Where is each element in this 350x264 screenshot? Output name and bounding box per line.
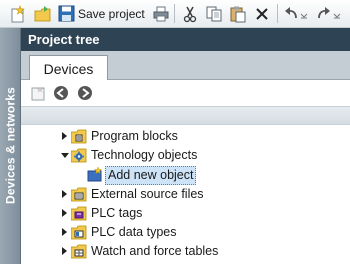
save-icon[interactable]: [56, 3, 76, 24]
tree-column-header: [21, 106, 350, 125]
tree-toolbar: [21, 80, 350, 104]
new-project-icon[interactable]: [8, 3, 28, 24]
tab-devices-label: Devices: [43, 60, 94, 77]
main-toolbar: Save project: [0, 0, 350, 28]
tab-devices[interactable]: Devices: [29, 55, 108, 81]
copy-icon[interactable]: [204, 3, 224, 24]
expand-arrow-icon[interactable]: [62, 209, 67, 217]
collapse-arrow-icon[interactable]: [61, 153, 69, 158]
toolbar-separator: [277, 4, 278, 23]
expand-arrow-icon[interactable]: [62, 247, 67, 255]
project-tree-title: Project tree: [28, 32, 100, 47]
watch-force-tables-icon: [70, 244, 87, 259]
tree-item-label: PLC data types: [91, 225, 177, 239]
tree-item-program-blocks[interactable]: Program blocks: [21, 127, 350, 146]
tree-item-watch-force-tables[interactable]: Watch and force tables: [21, 242, 350, 261]
tree-item-label: Watch and force tables: [91, 244, 219, 258]
save-project-button[interactable]: Save project: [78, 3, 146, 24]
new-item-icon[interactable]: [29, 84, 47, 102]
undo-icon[interactable]: [282, 3, 310, 24]
tree-item-technology-objects[interactable]: Technology objects: [21, 146, 350, 165]
open-project-icon[interactable]: [33, 3, 53, 24]
tree-item-add-new-object[interactable]: Add new object: [21, 165, 350, 185]
tree-item-plc-data-types[interactable]: PLC data types: [21, 223, 350, 242]
program-blocks-icon: [70, 129, 87, 144]
devices-networks-side-tab[interactable]: Devices & networks: [0, 28, 21, 264]
project-tree-header: Project tree: [21, 28, 350, 51]
toolbar-separator: [174, 4, 175, 23]
plc-tags-icon: [70, 206, 87, 221]
redo-icon[interactable]: [314, 3, 344, 24]
expand-arrow-icon[interactable]: [62, 228, 67, 236]
add-new-object-icon: [87, 166, 103, 182]
save-project-label: Save project: [78, 6, 145, 21]
paste-icon[interactable]: [228, 3, 248, 24]
tree-item-external-source-files[interactable]: External source files: [21, 185, 350, 204]
print-icon[interactable]: [151, 3, 171, 24]
back-arrow-icon[interactable]: [52, 84, 70, 102]
expand-arrow-icon[interactable]: [62, 190, 67, 198]
plc-data-types-icon: [70, 225, 87, 240]
external-source-files-icon: [70, 187, 87, 202]
devices-networks-label: Devices & networks: [3, 87, 18, 205]
tree-item-label: Program blocks: [91, 129, 178, 143]
tree-item-label: External source files: [91, 187, 204, 201]
tree-item-label: Technology objects: [91, 148, 198, 162]
delete-icon[interactable]: [252, 3, 272, 24]
cut-icon[interactable]: [180, 3, 200, 24]
tree-item-plc-tags[interactable]: PLC tags: [21, 204, 350, 223]
technology-objects-icon: [70, 148, 87, 163]
forward-arrow-icon[interactable]: [76, 84, 94, 102]
tree-item-label: PLC tags: [91, 206, 143, 220]
expand-arrow-icon[interactable]: [62, 132, 67, 140]
tree-item-label: Add new object: [105, 166, 197, 185]
